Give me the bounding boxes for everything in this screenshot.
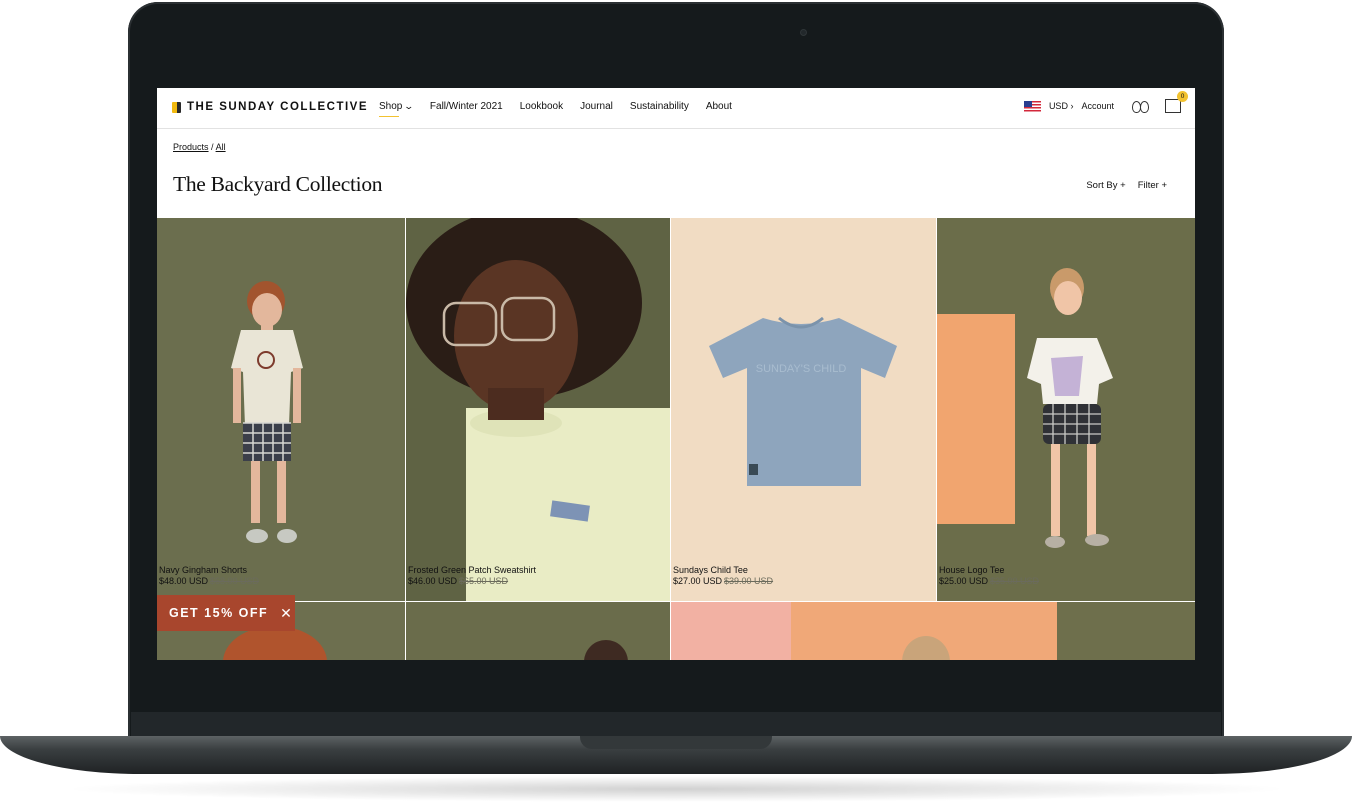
breadcrumb-products[interactable]: Products: [173, 142, 209, 152]
compare-price: $65.00 USD: [459, 576, 509, 586]
compare-price: $68.00 USD: [210, 576, 260, 586]
product-name: House Logo Tee: [939, 565, 1005, 575]
currency-label: USD: [1048, 101, 1068, 111]
nav-item-about[interactable]: About: [706, 101, 732, 112]
cart-count-badge: 0: [1177, 91, 1188, 102]
product-card[interactable]: Navy Gingham Shorts $48.00 USD $68.00 USD: [157, 218, 405, 601]
logo-text: THE SUNDAY COLLECTIVE: [187, 101, 369, 113]
product-info: Frosted Green Patch Sweatshirt $46.00 US…: [408, 565, 536, 587]
sort-filter-controls: Sort By + Filter +: [1086, 180, 1167, 191]
compare-price: $39.00 USD: [724, 576, 774, 586]
product-image: [671, 602, 1195, 660]
page-title: The Backyard Collection: [173, 172, 383, 196]
filter-button[interactable]: Filter +: [1138, 180, 1167, 191]
us-flag-icon[interactable]: [1023, 100, 1041, 112]
product-info: Navy Gingham Shorts $48.00 USD $68.00 USD: [159, 565, 259, 587]
nav-item-fall-winter[interactable]: Fall/Winter 2021: [430, 101, 503, 112]
nav-item-journal[interactable]: Journal: [580, 101, 613, 112]
discount-banner[interactable]: GET 15% OFF ✕: [157, 595, 295, 631]
product-card[interactable]: Frosted Green Patch Sweatshirt $46.00 US…: [406, 218, 670, 601]
logo-icon: [172, 101, 181, 113]
product-price-row: $27.00 USD $39.00 USD: [673, 576, 773, 587]
compare-price: $35.00 USD: [990, 576, 1040, 586]
product-image: [406, 218, 670, 601]
product-price: $27.00 USD: [673, 576, 723, 586]
site-header: THE SUNDAY COLLECTIVE Shop⌄ Fall/Winter …: [157, 88, 1195, 129]
browser-screen: THE SUNDAY COLLECTIVE Shop⌄ Fall/Winter …: [157, 88, 1195, 660]
nav-item-lookbook[interactable]: Lookbook: [520, 101, 563, 112]
product-price-row: $46.00 USD $65.00 USD: [408, 576, 536, 587]
account-link[interactable]: Account: [1081, 101, 1114, 111]
product-card[interactable]: House Logo Tee $25.00 USD $35.00 USD: [937, 218, 1195, 601]
sort-by-button[interactable]: Sort By +: [1086, 180, 1125, 191]
breadcrumb: Products / All: [173, 142, 226, 152]
nav-item-label: Shop: [379, 101, 403, 112]
cart-icon[interactable]: 0: [1165, 91, 1188, 113]
product-card[interactable]: [406, 602, 670, 660]
product-image: [406, 602, 670, 660]
laptop-hinge: [131, 712, 1221, 736]
laptop-shadow: [60, 776, 1292, 802]
nav-item-sustainability[interactable]: Sustainability: [630, 101, 689, 112]
chevron-down-icon: ›: [1070, 101, 1074, 111]
product-name: Frosted Green Patch Sweatshirt: [408, 565, 537, 575]
product-price-row: $25.00 USD $35.00 USD: [939, 576, 1039, 587]
product-image: SUNDAY'S CHILD: [671, 218, 936, 601]
camera-icon: [800, 29, 807, 36]
product-price: $48.00 USD: [159, 576, 209, 586]
product-price-row: $48.00 USD $68.00 USD: [159, 576, 259, 587]
site-logo[interactable]: THE SUNDAY COLLECTIVE: [172, 101, 368, 113]
product-image: [157, 218, 405, 601]
laptop-notch: [580, 736, 772, 749]
main-nav: Shop⌄ Fall/Winter 2021 Lookbook Journal …: [379, 101, 732, 117]
nav-item-shop[interactable]: Shop⌄: [379, 101, 415, 117]
product-name: Navy Gingham Shorts: [159, 565, 248, 575]
product-card[interactable]: [671, 602, 1195, 660]
product-info: House Logo Tee $25.00 USD $35.00 USD: [939, 565, 1039, 587]
product-price: $46.00 USD: [408, 576, 458, 586]
breadcrumb-separator: /: [211, 142, 214, 152]
product-image: [937, 218, 1195, 601]
close-icon[interactable]: ✕: [280, 605, 293, 622]
header-utilities: USD › Account 0: [1023, 91, 1188, 113]
tee-print-text: SUNDAY'S CHILD: [756, 363, 847, 375]
product-info: Sundays Child Tee $27.00 USD $39.00 USD: [673, 565, 773, 587]
wishlist-icon[interactable]: [1132, 99, 1149, 113]
product-card[interactable]: SUNDAY'S CHILD Sundays Child Tee $27.00 …: [671, 218, 936, 601]
chevron-down-icon: ⌄: [403, 101, 415, 111]
product-price: $25.00 USD: [939, 576, 989, 586]
currency-selector[interactable]: USD ›: [1049, 101, 1074, 111]
breadcrumb-all[interactable]: All: [216, 142, 226, 152]
product-name: Sundays Child Tee: [673, 565, 748, 575]
promo-label: GET 15% OFF: [169, 606, 269, 620]
